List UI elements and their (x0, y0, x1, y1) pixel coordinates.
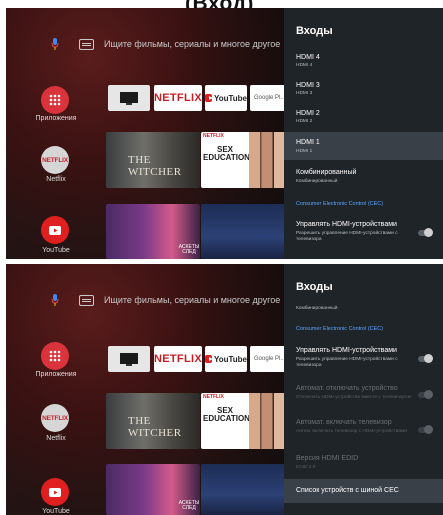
item-subtitle: HDMI 3 (296, 91, 313, 96)
input-item-hdmi-4[interactable]: HDMI 4 HDMI 4 (284, 48, 443, 74)
item-subtitle: Автом. включать телевизор с HDMI-устройс… (296, 429, 407, 434)
apps-icon[interactable] (41, 86, 69, 114)
poster-brand: NETFLIX (203, 133, 224, 139)
input-item-hdmi-3[interactable]: HDMI 3 HDMI 3 (284, 76, 443, 102)
item-subtitle: Комбинированный (296, 306, 338, 311)
netflix-row-label: Netflix (46, 435, 66, 442)
search-placeholder: Ищите фильмы, сериалы и многое другое (104, 39, 281, 49)
poster-video-2[interactable] (201, 204, 286, 259)
poster-title: SEX EDUCATION (203, 145, 250, 162)
item-subtitle: Разрешить управление HDMI-устройствами с… (296, 231, 398, 242)
grid-icon (49, 350, 61, 362)
tv-screen-1: Ищите фильмы, сериалы и многое другое Пр… (6, 8, 443, 259)
grid-icon (49, 94, 61, 106)
cec-control-toggle[interactable] (418, 228, 433, 237)
tile-youtube-label: YouTube (213, 354, 247, 364)
item-subtitle: Разрешить управление HDMI-устройствами с… (296, 357, 398, 368)
search-bar[interactable]: Ищите фильмы, сериалы и многое другое (51, 294, 280, 306)
item-title: Версия HDMI EDID (296, 455, 359, 462)
mic-icon[interactable] (51, 294, 59, 306)
item-subtitle: HDMI 1 (296, 149, 313, 154)
tv-icon (120, 92, 138, 105)
item-subtitle: EDID 2.0 (296, 465, 316, 470)
cec-control-item[interactable]: Управлять HDMI-устройствами Разрешить уп… (284, 342, 443, 376)
apps-icon[interactable] (41, 342, 69, 370)
tile-netflix[interactable]: NETFLIX (154, 346, 202, 372)
cec-control-item[interactable]: Управлять HDMI-устройствами Разрешить уп… (284, 214, 443, 250)
cec-control-toggle[interactable] (418, 354, 433, 363)
keyboard-icon[interactable] (79, 38, 94, 50)
poster-sex-education[interactable]: NETFLIX SEX EDUCATION (201, 132, 286, 188)
poster-title: SEX EDUCATION (203, 406, 250, 423)
tile-netflix[interactable]: NETFLIX (154, 85, 202, 111)
item-title: HDMI 4 (296, 54, 320, 61)
poster-title: THE WITCHER (128, 415, 182, 439)
item-title: Список устройств с шиной CEC (296, 487, 399, 494)
input-item-hdmi-1[interactable]: HDMI 1 HDMI 1 (284, 132, 443, 160)
poster-the-witcher[interactable]: THE WITCHER (106, 132, 200, 188)
poster-brand: NETFLIX (203, 394, 224, 400)
play-icon (49, 225, 61, 235)
input-item-composite[interactable]: Комбинированный Комбинированный (284, 162, 443, 190)
poster-title: THE WITCHER (128, 154, 182, 178)
tv-icon (120, 353, 138, 366)
item-title: HDMI 1 (296, 139, 320, 146)
tile-youtube[interactable]: YouTube (205, 85, 247, 111)
search-bar[interactable]: Ищите фильмы, сериалы и многое другое (51, 38, 280, 50)
item-title: Управлять HDMI-устройствами (296, 347, 397, 354)
tile-youtube-label: YouTube (213, 93, 247, 103)
inputs-panel: Входы Комбинированный Consumer Electroni… (284, 264, 443, 515)
panel-title: Входы (296, 25, 333, 37)
poster-sex-education[interactable]: NETFLIX SEX EDUCATION (201, 393, 286, 449)
item-title: Управлять HDMI-устройствами (296, 221, 397, 228)
keyboard-icon[interactable] (79, 294, 94, 306)
play-icon (49, 487, 61, 497)
input-item-hdmi-2[interactable]: HDMI 2 HDMI 2 (284, 104, 443, 130)
auto-power-on-item[interactable]: Автомат. включать телевизор Автом. включ… (284, 414, 443, 446)
youtube-app-icon[interactable] (41, 478, 69, 506)
youtube-row-label: YouTube (42, 247, 70, 254)
inputs-panel: Входы HDMI 4 HDMI 4 HDMI 3 HDMI 3 HDMI 2… (284, 8, 443, 259)
cec-section-header: Consumer Electronic Control (CEC) (296, 326, 384, 332)
hdmi-edid-item[interactable]: Версия HDMI EDID EDID 2.0 (284, 450, 443, 476)
item-title: Автомат. отключать устройство (296, 385, 398, 392)
cec-section-header: Consumer Electronic Control (CEC) (296, 201, 384, 207)
apps-label: Приложения (35, 371, 77, 378)
item-subtitle: Комбинированный (296, 179, 338, 184)
item-title: Автомат. включать телевизор (296, 419, 392, 426)
poster-the-witcher[interactable]: THE WITCHER (106, 393, 200, 449)
cec-device-list-item[interactable]: Список устройств с шиной CEC (284, 479, 443, 503)
item-subtitle: Отключать HDMI-устройства вместе с телев… (296, 395, 411, 400)
item-subtitle: HDMI 2 (296, 119, 313, 124)
youtube-logo-icon (205, 355, 213, 363)
poster-small-text: АСКЕТЫ СЛЕД (178, 244, 200, 255)
tile-live-tv[interactable] (108, 346, 150, 372)
netflix-app-icon[interactable]: NETFLIX (41, 146, 69, 174)
input-item-composite[interactable]: Комбинированный (284, 304, 443, 316)
search-placeholder: Ищите фильмы, сериалы и многое другое (104, 295, 281, 305)
netflix-row-label: Netflix (46, 176, 66, 183)
auto-power-on-toggle[interactable] (418, 425, 433, 434)
panel-title: Входы (296, 281, 333, 293)
tile-youtube[interactable]: YouTube (205, 346, 247, 372)
poster-cast-image (249, 132, 286, 188)
item-title: HDMI 2 (296, 110, 320, 117)
youtube-logo-icon (205, 94, 213, 102)
netflix-app-icon[interactable]: NETFLIX (41, 404, 69, 432)
mic-icon[interactable] (51, 38, 59, 50)
item-subtitle: HDMI 4 (296, 63, 313, 68)
poster-video-2[interactable] (201, 464, 286, 515)
item-title: HDMI 3 (296, 82, 320, 89)
item-title: Комбинированный (296, 169, 357, 176)
poster-small-text: АСКЕТЫ СЛЕД (178, 500, 200, 511)
auto-power-off-item[interactable]: Автомат. отключать устройство Отключать … (284, 380, 443, 410)
poster-video-1[interactable]: АСКЕТЫ СЛЕД (106, 204, 200, 259)
apps-label: Приложения (35, 115, 77, 122)
tile-live-tv[interactable] (108, 85, 150, 111)
poster-video-1[interactable]: АСКЕТЫ СЛЕД (106, 464, 200, 515)
auto-power-off-toggle[interactable] (418, 390, 433, 399)
youtube-app-icon[interactable] (41, 216, 69, 244)
poster-cast-image (249, 393, 286, 449)
tv-screen-2: Ищите фильмы, сериалы и многое другое Пр… (6, 264, 443, 515)
